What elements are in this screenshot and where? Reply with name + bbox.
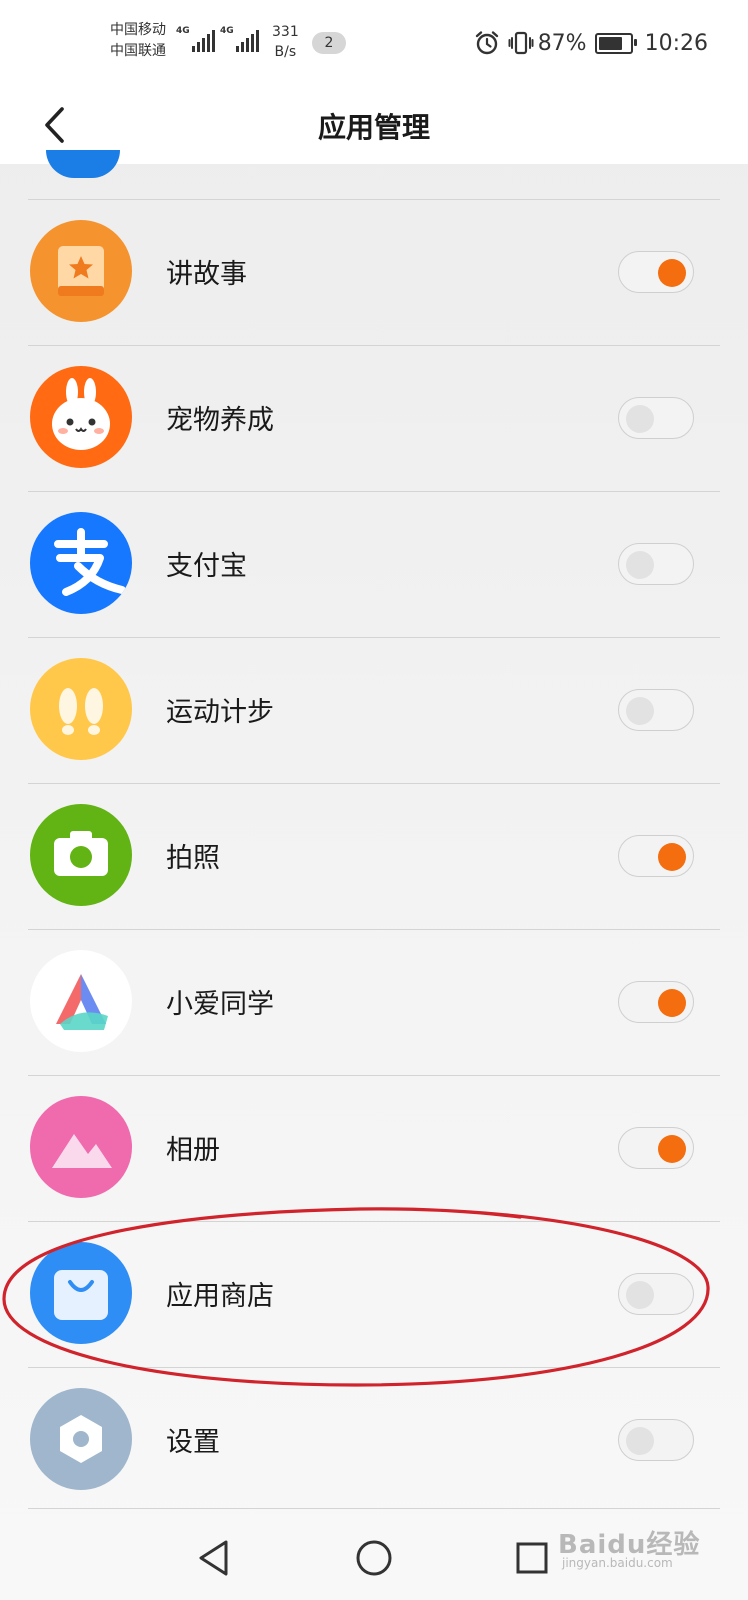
toggle-knob	[658, 259, 686, 287]
watermark-sub: jingyan.baidu.com	[562, 1556, 673, 1570]
app-row: 讲故事	[28, 199, 720, 345]
notification-badge: 2	[312, 32, 346, 54]
toggle-knob	[626, 405, 654, 433]
baidu-watermark: Baidu经验 jingyan.baidu.com	[558, 1520, 708, 1576]
album-icon	[30, 1096, 132, 1198]
toggle-knob	[626, 551, 654, 579]
clock: 10:26	[644, 30, 708, 56]
xiaoai-icon	[30, 950, 132, 1052]
app-name: 宠物养成	[166, 405, 274, 436]
app-name: 小爱同学	[166, 989, 274, 1020]
toggle-knob	[626, 1281, 654, 1309]
status-bar: 中国移动 中国联通 4G 4G 331 B/s 2 87% 10:26	[0, 0, 748, 86]
app-name: 设置	[166, 1427, 220, 1458]
battery-percent: 87%	[537, 30, 587, 56]
carrier-names: 中国移动 中国联通	[110, 20, 166, 62]
app-row: 支付宝	[28, 491, 720, 637]
carrier-1: 中国移动	[110, 22, 166, 38]
home-circle-icon	[356, 1540, 392, 1576]
app-toggle-switch[interactable]	[618, 1273, 694, 1315]
signal-1-icon: 4G	[176, 26, 217, 52]
partial-app-icon	[46, 150, 120, 178]
app-toggle-switch[interactable]	[618, 1127, 694, 1169]
app-name: 相册	[166, 1135, 220, 1166]
app-name: 支付宝	[166, 551, 247, 582]
toggle-knob	[626, 1427, 654, 1455]
nav-back-button[interactable]	[186, 1530, 242, 1586]
app-row: 相册	[28, 1075, 720, 1221]
toggle-knob	[626, 697, 654, 725]
nav-recents-button[interactable]	[504, 1530, 560, 1586]
app-row: 小爱同学	[28, 929, 720, 1075]
app-toggle-switch[interactable]	[618, 397, 694, 439]
app-name: 运动计步	[166, 697, 274, 728]
toggle-knob	[658, 1135, 686, 1163]
app-toggle-switch[interactable]	[618, 543, 694, 585]
signal-2-icon: 4G	[220, 26, 261, 52]
app-store-bag-icon	[30, 1242, 132, 1344]
app-toggle-switch[interactable]	[618, 1419, 694, 1461]
list-divider	[28, 1508, 720, 1509]
page-title: 应用管理	[317, 111, 430, 144]
settings-hexagon-icon	[30, 1388, 132, 1490]
app-toggle-switch[interactable]	[618, 981, 694, 1023]
app-list: 讲故事宠物养成支付宝运动计步拍照小爱同学相册应用商店设置	[28, 199, 720, 1513]
net-speed-value: 331	[272, 24, 299, 40]
app-toggle-switch[interactable]	[618, 251, 694, 293]
pet-bunny-icon	[30, 366, 132, 468]
app-name: 拍照	[166, 843, 220, 874]
nav-home-button[interactable]	[346, 1530, 402, 1586]
battery-icon	[594, 32, 637, 54]
app-toggle-switch[interactable]	[618, 689, 694, 731]
app-toggle-switch[interactable]	[618, 835, 694, 877]
app-row: 设置	[28, 1367, 720, 1513]
net-speed: 331 B/s	[272, 22, 299, 62]
net-speed-unit: B/s	[274, 44, 297, 60]
toggle-knob	[658, 989, 686, 1017]
vibrate-icon	[508, 30, 534, 56]
alipay-icon	[30, 512, 132, 614]
app-row: 应用商店	[28, 1221, 720, 1367]
app-row: 运动计步	[28, 637, 720, 783]
app-name: 应用商店	[166, 1281, 274, 1312]
storybook-icon	[30, 220, 132, 322]
carrier-2: 中国联通	[110, 43, 166, 59]
back-triangle-icon	[199, 1540, 228, 1576]
camera-icon	[30, 804, 132, 906]
alarm-icon	[474, 30, 500, 56]
system-icons: 87% 10:26	[474, 26, 708, 60]
app-row: 拍照	[28, 783, 720, 929]
footsteps-icon	[30, 658, 132, 760]
recents-square-icon	[516, 1542, 548, 1574]
app-row: 宠物养成	[28, 345, 720, 491]
app-name: 讲故事	[166, 259, 247, 290]
toggle-knob	[658, 843, 686, 871]
